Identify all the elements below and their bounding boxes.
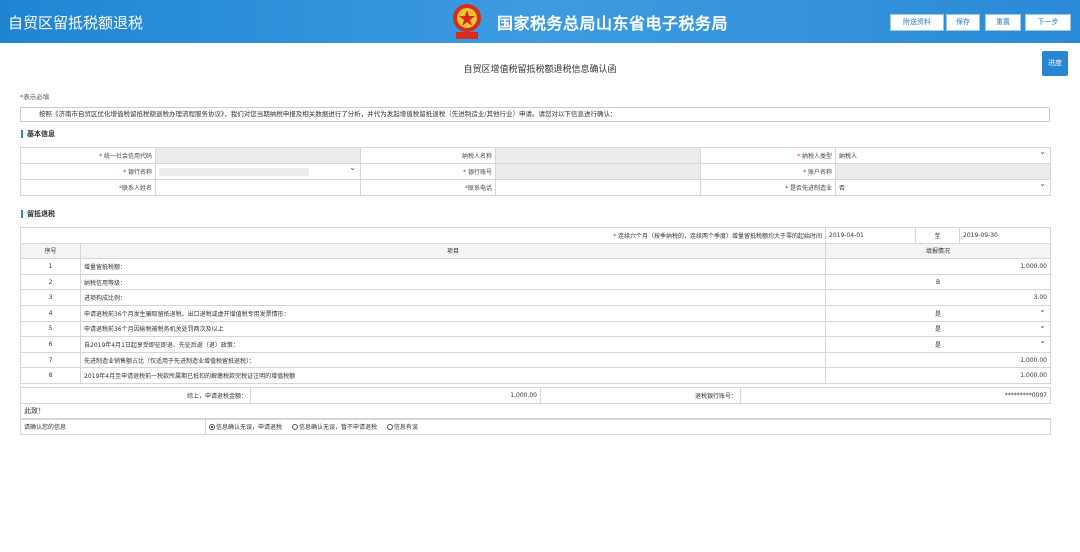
section-basic-info: 基本信息 (21, 130, 55, 138)
contact-name-input[interactable] (155, 179, 361, 196)
row-no: 5 (20, 320, 81, 338)
period-to-label: 至 (915, 227, 960, 244)
row-no: 6 (20, 336, 81, 353)
row-value: 1,000.00 (825, 351, 1051, 369)
bank-account-label: * 银行账号 (360, 163, 496, 180)
app-title: 自贸区留抵税额退税 (8, 14, 144, 32)
account-name-label: * 账户名称 (700, 163, 836, 180)
row-select[interactable]: 是 (825, 304, 1051, 322)
save-button[interactable]: 保存 (946, 14, 980, 31)
row-value: 1,000.00 (825, 258, 1051, 275)
taxpayer-type-label: * 纳税人类型 (700, 147, 836, 164)
summary-label: 综上，申请退税金额： (20, 387, 251, 404)
radio-icon[interactable] (291, 424, 298, 431)
contact-phone-input[interactable] (495, 179, 701, 196)
taxpayer-type-select[interactable]: 纳税人 (835, 147, 1051, 164)
row-item: 增量留抵税额： (80, 258, 826, 275)
section-refund: 留抵退税 (21, 210, 55, 218)
closing-text: 此致！ (20, 403, 1050, 420)
row-no: 4 (20, 304, 81, 322)
row-value: 3.00 (825, 289, 1051, 306)
table-row: 6 自2019年4月1日起享受即征即退、先征后返（退）政策： 是 (20, 336, 1051, 353)
row-select[interactable]: 是 (825, 336, 1051, 353)
contact-phone-label: *联系电话 (360, 179, 496, 196)
contact-name-label: *联系人姓名 (20, 179, 156, 196)
table-row: 1 增量留抵税额： 1,000.00 (20, 258, 1051, 275)
taxpayer-name-label: 纳税人名称 (360, 147, 496, 164)
confirm-label: 请确认您的信息 (20, 418, 206, 435)
col-item-header: 项目 (80, 242, 826, 260)
col-fill-header: 填报情况 (825, 242, 1051, 260)
taxpayer-name-field (495, 147, 701, 164)
confirm-table: 请确认您的信息 信息确认无误，申请退税 信息确认无误，暂不申请退税 信息有误 (20, 418, 1051, 435)
period-label: * 连续六个月（按季纳税的，连续两个季度）增量留抵税额均大于零的起始时间 (20, 227, 826, 244)
org-title: 国家税务总局山东省电子税务局 (497, 14, 729, 33)
credit-code-field (155, 147, 361, 164)
bank-account-field (495, 163, 701, 180)
basic-info-table: * 统一社会信用代码 纳税人名称 * 纳税人类型 纳税人 * 银行名称 * 银行… (20, 147, 1051, 196)
row-item: 申请退税前36个月因偷税被税务机关处罚两次及以上 (80, 320, 826, 338)
refund-table: * 连续六个月（按季纳税的，连续两个季度）增量留抵税额均大于零的起始时间 201… (20, 227, 1051, 384)
table-row: 2 纳税信用等级： B (20, 273, 1051, 291)
table-row: 8 2019年4月至申请退税前一税款所属期已抵扣的解缴税款完税证注明的增值税额 … (20, 367, 1051, 384)
table-row: 5 申请退税前36个月因偷税被税务机关处罚两次及以上 是 (20, 320, 1051, 338)
credit-code-label: * 统一社会信用代码 (20, 147, 156, 164)
row-no: 1 (20, 258, 81, 275)
row-item: 进项构成比例： (80, 289, 826, 306)
required-note: *表示必填 (20, 93, 50, 101)
row-item: 先进制造业销售额占比（仅适用于先进制造业增值税留抵退税）： (80, 351, 826, 369)
row-item: 纳税信用等级： (80, 273, 826, 291)
bank-name-value (159, 167, 309, 176)
row-no: 8 (20, 367, 81, 384)
row-no: 7 (20, 351, 81, 369)
option-confirm-apply[interactable]: 信息确认无误，申请退税 (209, 424, 282, 431)
page-title: 自贸区增值税留抵税额退税信息确认函 (463, 65, 617, 75)
summary-amount: 1,000.00 (250, 387, 541, 404)
advanced-mfg-select[interactable]: 否 (835, 179, 1051, 196)
option-info-wrong[interactable]: 信息有误 (386, 424, 418, 431)
refund-account-label: 退税银行账号： (540, 387, 741, 404)
period-end-input[interactable]: 2019-09-30 (959, 227, 1051, 244)
account-name-field (835, 163, 1051, 180)
row-item: 自2019年4月1日起享受即征即退、先征后返（退）政策： (80, 336, 826, 353)
refund-account-value: *********0007 (740, 387, 1051, 404)
bank-name-label: * 银行名称 (20, 163, 156, 180)
summary-table: 综上，申请退税金额： 1,000.00 退税银行账号： *********000… (20, 387, 1051, 404)
table-row: 3 进项构成比例： 3.00 (20, 289, 1051, 306)
period-start-input[interactable]: 2019-04-01 (825, 227, 916, 244)
row-value: B (825, 273, 1051, 291)
tax-emblem-icon (453, 4, 481, 39)
row-item: 申请退税前36个月发生骗取留抵退税、出口退税或虚开增值税专用发票情形： (80, 304, 826, 322)
option-confirm-defer[interactable]: 信息确认无误，暂不申请退税 (291, 424, 377, 431)
col-no-header: 序号 (20, 242, 81, 260)
radio-selected-icon[interactable] (209, 424, 215, 431)
table-row: 7 先进制造业销售额占比（仅适用于先进制造业增值税留抵退税）： 1,000.00 (20, 351, 1051, 369)
bank-name-select[interactable] (155, 163, 361, 180)
row-select[interactable]: 是 (825, 320, 1051, 338)
attach-materials-button[interactable]: 附送资料 (890, 14, 944, 31)
row-no: 2 (20, 273, 81, 291)
reset-button[interactable]: 重置 (985, 14, 1021, 31)
row-no: 3 (20, 289, 81, 306)
advanced-mfg-label: * 是否先进制造业 (700, 179, 836, 196)
confirm-options: 信息确认无误，申请退税 信息确认无误，暂不申请退税 信息有误 (205, 418, 1051, 435)
row-item: 2019年4月至申请退税前一税款所属期已抵扣的解缴税款完税证注明的增值税额 (80, 367, 826, 384)
radio-icon[interactable] (386, 424, 393, 431)
next-step-button[interactable]: 下一步 (1025, 14, 1071, 31)
top-header: 自贸区留抵税额退税 国家税务总局山东省电子税务局 附送资料 保存 重置 下一步 (0, 0, 1080, 43)
notice-text: 按照《济南市自贸区优化增值税留抵税额退税办理流程服务协议》，我们对您当期纳税申报… (20, 107, 1050, 122)
table-row: 4 申请退税前36个月发生骗取留抵退税、出口退税或虚开增值税专用发票情形： 是 (20, 304, 1051, 322)
row-value: 1,000.00 (825, 367, 1051, 384)
